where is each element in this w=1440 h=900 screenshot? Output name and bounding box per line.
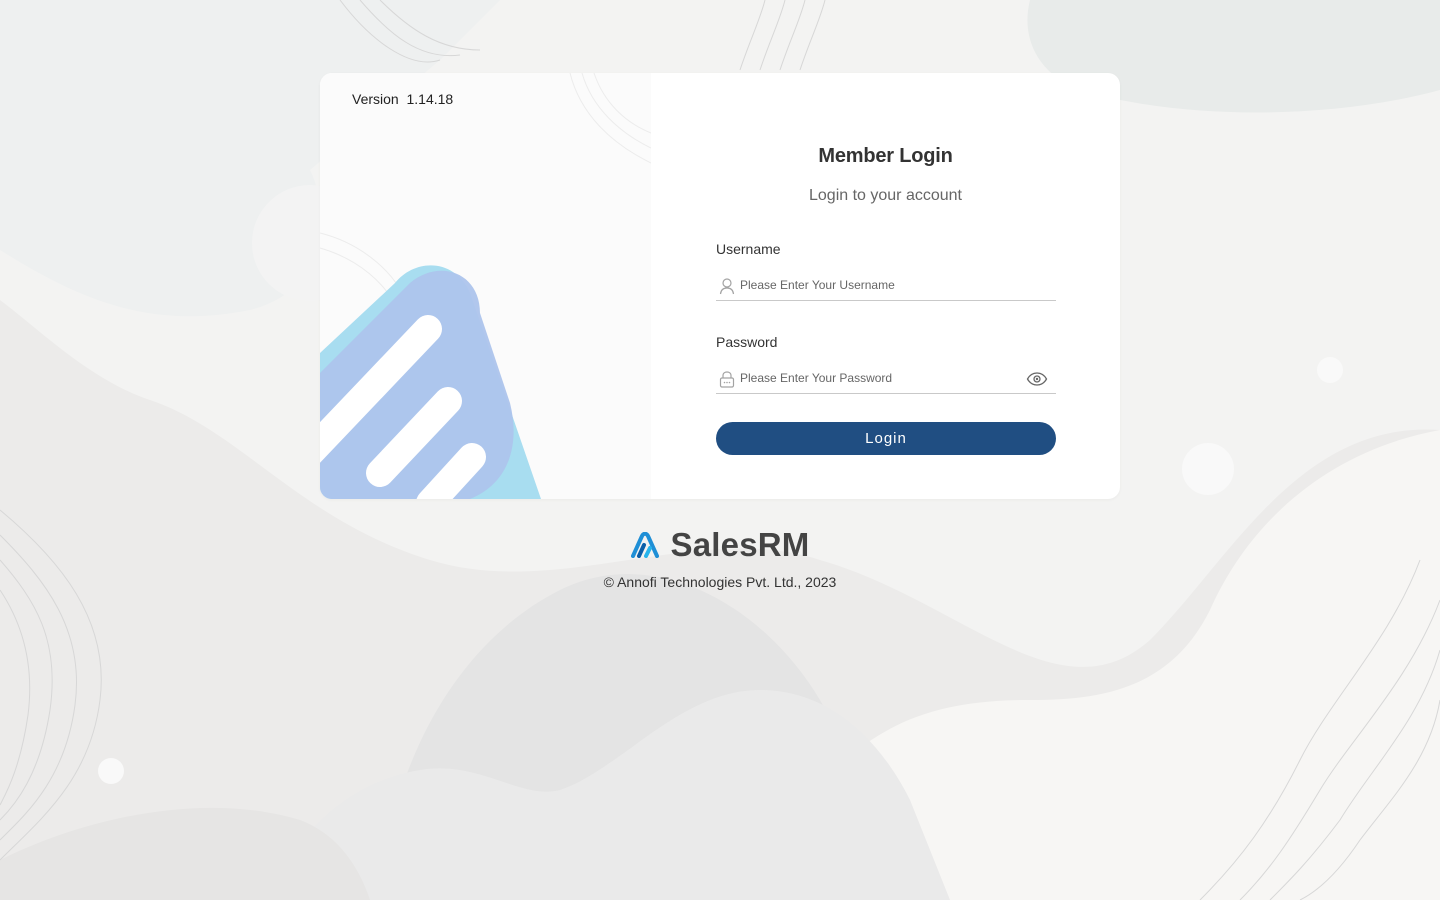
login-form: Member Login Login to your account Usern… [651, 73, 1120, 499]
version-number: 1.14.18 [406, 91, 454, 107]
version-label: Version [352, 91, 399, 107]
form-subtitle: Login to your account [809, 187, 962, 204]
password-label: Password [716, 334, 778, 350]
password-field [716, 365, 1056, 394]
brand-illustration [320, 73, 651, 499]
brand-name: SalesRM [670, 526, 810, 563]
salesrm-logo-icon [630, 532, 659, 558]
version-text: Version 1.14.18 [352, 91, 453, 107]
username-field [716, 272, 1056, 301]
brand: SalesRM [0, 526, 1440, 564]
copyright-text: © Annofi Technologies Pvt. Ltd., 2023 [603, 574, 837, 590]
username-label: Username [716, 241, 781, 257]
username-input[interactable] [740, 275, 1010, 295]
eye-icon[interactable] [1026, 371, 1048, 387]
user-icon [719, 278, 735, 295]
login-button[interactable]: Login [716, 422, 1056, 455]
login-card: Version 1.14.18 Member Login Login to yo… [320, 73, 1120, 499]
lock-icon [719, 371, 735, 388]
password-input[interactable] [740, 368, 1010, 388]
form-title: Member Login [818, 145, 953, 167]
card-illustration-panel: Version 1.14.18 [320, 73, 651, 499]
